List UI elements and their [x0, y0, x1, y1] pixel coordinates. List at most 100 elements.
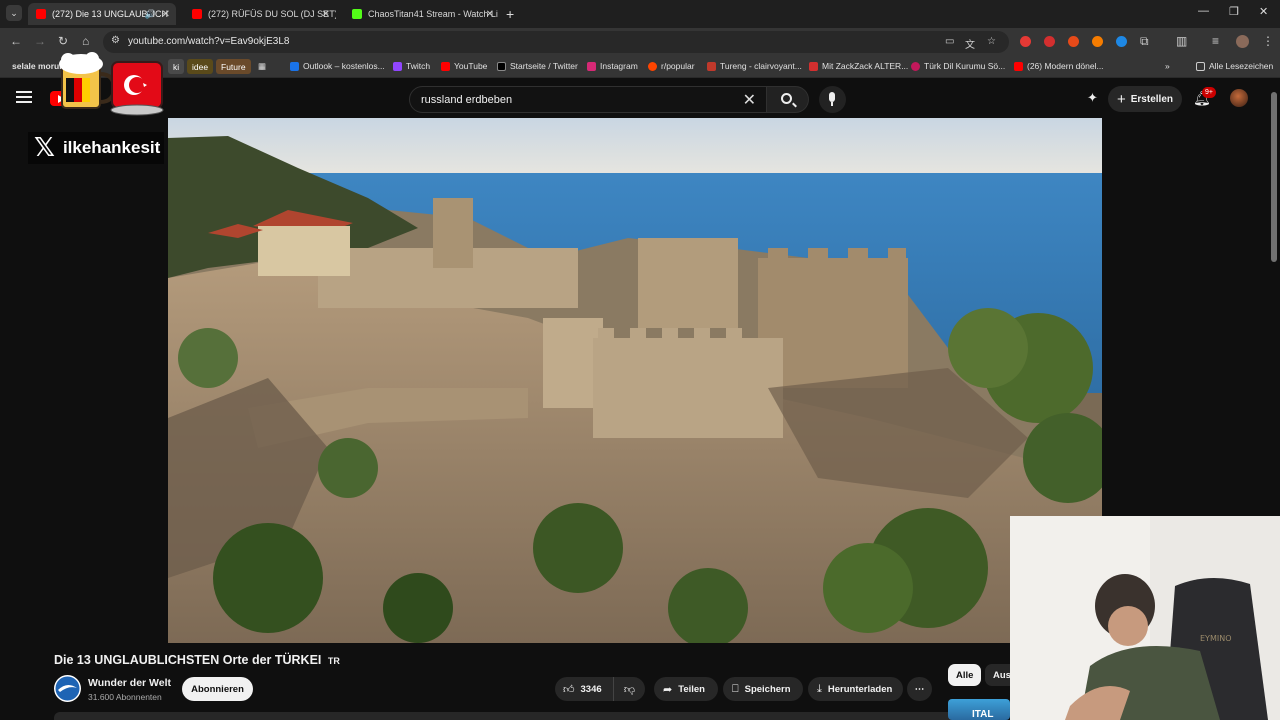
- more-bookmarks-chevron-icon[interactable]: »: [1165, 61, 1170, 71]
- bookmark-tdk[interactable]: Türk Dil Kurumu Sö...: [911, 61, 1005, 71]
- share-button[interactable]: ➦ Teilen: [654, 677, 718, 701]
- search-query-text: russland erdbeben: [421, 94, 513, 106]
- cast-icon[interactable]: ✦: [1087, 90, 1098, 106]
- profile-avatar[interactable]: [1236, 35, 1249, 48]
- back-arrow-icon[interactable]: ←: [10, 34, 22, 48]
- new-tab-plus-icon[interactable]: +: [506, 6, 514, 22]
- subscribe-button[interactable]: Abonnieren: [182, 677, 253, 701]
- apps-grid-icon[interactable]: ▦: [258, 61, 266, 72]
- tab-youtube-djset[interactable]: (272) RÜFÜS DU SOL (DJ SET) - ✕: [184, 3, 336, 25]
- streamer-webcam: EYMINO: [1010, 516, 1280, 720]
- description-box[interactable]: [54, 712, 960, 720]
- create-button[interactable]: + Erstellen: [1108, 86, 1182, 112]
- clear-search-icon[interactable]: ✕: [743, 90, 756, 110]
- bookmarks-bar: selale moruk ki idee Future ▦ Outlook – …: [0, 56, 1280, 78]
- microphone-icon: [829, 92, 835, 106]
- translate-icon[interactable]: 文: [965, 36, 975, 51]
- streamer-logo-overlay: [59, 52, 164, 116]
- zackzack-icon: [809, 61, 818, 71]
- browser-toolbar: ← → ↻ ⌂ ⚙ youtube.com/watch?v=Eav9okjE3L…: [0, 28, 1280, 56]
- address-bar[interactable]: ⚙ youtube.com/watch?v=Eav9okjE3L8 ▭ 文 ☆: [103, 31, 1009, 53]
- bookmark-twitter[interactable]: Startseite / Twitter: [497, 61, 578, 71]
- recommended-video-thumbnail[interactable]: ITAL: [948, 699, 1010, 720]
- channel-avatar[interactable]: [54, 675, 81, 702]
- search-input[interactable]: russland erdbeben ✕: [409, 86, 767, 113]
- tab-kick-stream[interactable]: ChaosTitan41 Stream - Watch Li ✕: [344, 3, 500, 25]
- all-bookmarks[interactable]: Alle Lesezeichen: [1196, 61, 1273, 71]
- close-icon[interactable]: ✕: [322, 9, 330, 20]
- side-panel-icon[interactable]: ▥: [1176, 34, 1187, 48]
- close-icon[interactable]: ✕: [162, 9, 170, 20]
- browser-menu-icon[interactable]: ⋮: [1262, 34, 1274, 48]
- extension-icon[interactable]: [1092, 36, 1103, 47]
- close-icon[interactable]: ✕: [486, 9, 494, 20]
- maximize-icon[interactable]: ❐: [1229, 5, 1239, 18]
- bookmark-chip-ki[interactable]: ki: [168, 59, 185, 74]
- tdk-icon: [911, 61, 920, 71]
- menu-hamburger-icon[interactable]: [16, 91, 32, 103]
- tab-youtube-video[interactable]: (272) Die 13 UNGLAUBLICH 🔊 ✕: [28, 3, 176, 25]
- filter-chip-all[interactable]: Alle: [948, 664, 982, 686]
- browser-tab-strip: ⌄ (272) Die 13 UNGLAUBLICH 🔊 ✕ (272) RÜF…: [0, 0, 1280, 28]
- bookmark-youtube[interactable]: YouTube: [441, 61, 487, 71]
- extension-icon[interactable]: [1044, 36, 1055, 47]
- bookmark-tureng[interactable]: Tureng - clairvoyant...: [707, 61, 802, 71]
- dislike-button[interactable]: 👎︎: [613, 677, 645, 701]
- youtube-header: russland erdbeben ✕ ✦ + Erstellen 🔔︎ 9+: [0, 78, 1280, 118]
- voice-search-button[interactable]: [819, 86, 846, 113]
- tab-search-list-icon[interactable]: ≡: [1212, 34, 1219, 48]
- bookmark-star-icon[interactable]: ☆: [987, 36, 996, 47]
- channel-name[interactable]: Wunder der Welt: [88, 677, 171, 689]
- youtube-favicon-icon: [36, 9, 46, 19]
- notification-badge: 9+: [1202, 87, 1216, 98]
- bookmark-outlook[interactable]: Outlook – kostenlos...: [290, 61, 385, 71]
- download-button[interactable]: ⤓ Herunterladen: [808, 677, 903, 701]
- forward-arrow-icon[interactable]: →: [34, 34, 46, 48]
- bookmark-zackzack[interactable]: Mit ZackZack ALTER...: [809, 61, 908, 71]
- site-info-icon[interactable]: ⚙: [111, 35, 120, 46]
- install-app-icon[interactable]: ▭: [945, 36, 954, 47]
- tureng-icon: [707, 61, 716, 71]
- bookmark-chip-future[interactable]: Future: [216, 59, 251, 74]
- bookmark-icon: ⎕: [732, 682, 739, 695]
- save-button[interactable]: ⎕ Speichern: [723, 677, 803, 701]
- tab-search-icon[interactable]: ⌄: [6, 5, 22, 21]
- search-button[interactable]: [767, 86, 809, 113]
- share-arrow-icon: ➦: [663, 683, 673, 696]
- instagram-icon: [587, 61, 596, 71]
- video-frame-castle-scene: [168, 118, 1102, 643]
- more-dots-icon: ⋯: [914, 683, 925, 695]
- more-actions-button[interactable]: ⋯: [907, 677, 932, 701]
- youtube-icon: [441, 61, 450, 71]
- bookmark-instagram[interactable]: Instagram: [587, 61, 638, 71]
- kick-favicon-icon: [352, 9, 362, 19]
- x-handle-text: ilkehankesit: [62, 138, 161, 157]
- extension-icon[interactable]: [1068, 36, 1079, 47]
- bookmark-reddit[interactable]: r/popular: [648, 61, 695, 71]
- minimize-icon[interactable]: —: [1198, 5, 1209, 17]
- reddit-icon: [648, 61, 657, 71]
- video-player[interactable]: [168, 118, 1102, 643]
- account-avatar[interactable]: [1230, 89, 1248, 107]
- window-close-icon[interactable]: ✕: [1259, 5, 1268, 18]
- webcam-feed-person: EYMINO: [1010, 516, 1280, 720]
- extensions-puzzle-icon[interactable]: ⧉: [1140, 34, 1149, 49]
- svg-text:EYMINO: EYMINO: [1200, 634, 1231, 643]
- like-button[interactable]: 👍︎ 3346: [555, 677, 613, 701]
- video-title: Die 13 UNGLAUBLICHSTEN Orte der TÜRKEI T…: [54, 653, 340, 667]
- folder-icon: [1196, 61, 1205, 71]
- youtube-favicon-icon: [192, 9, 202, 19]
- bookmark-chip-idee[interactable]: idee: [187, 59, 214, 74]
- x-icon: [497, 61, 506, 71]
- speaker-icon[interactable]: 🔊: [145, 9, 156, 20]
- reload-icon[interactable]: ↻: [58, 34, 68, 48]
- bookmark-modern[interactable]: (26) Modern dönel...: [1014, 61, 1104, 71]
- channel-logo-icon: [55, 676, 80, 701]
- extension-icon[interactable]: [1020, 36, 1031, 47]
- home-icon[interactable]: ⌂: [82, 34, 89, 48]
- outlook-icon: [290, 61, 299, 71]
- page-scrollbar[interactable]: [1271, 92, 1277, 262]
- bookmark-twitch[interactable]: Twitch: [393, 61, 430, 71]
- plus-icon: +: [1116, 90, 1126, 108]
- extension-icon[interactable]: [1116, 36, 1127, 47]
